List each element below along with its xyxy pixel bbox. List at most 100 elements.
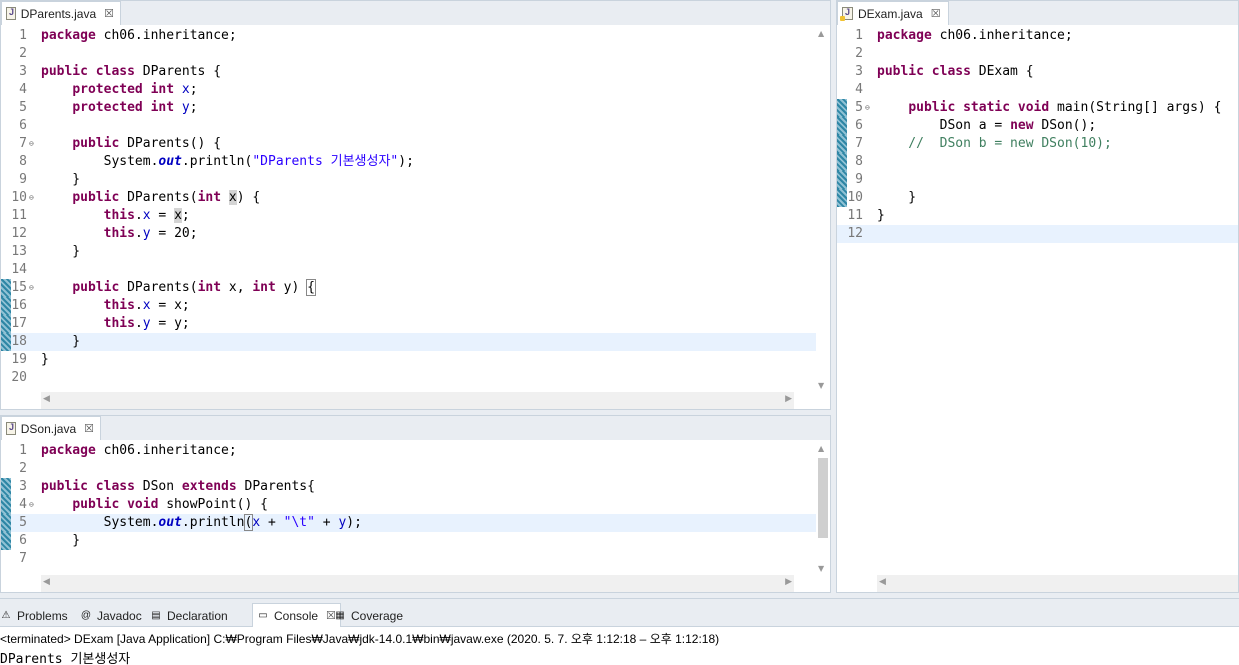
tab-coverage[interactable]: ▦ Coverage [334,605,403,627]
horizontal-scrollbar[interactable]: ◀ ▶ [41,392,794,409]
code-line[interactable]: 18 } [1,333,816,351]
fold-toggle-icon[interactable]: ⊖ [29,135,34,153]
code-line[interactable]: 6 DSon a = new DSon(); [837,117,1238,135]
code-line[interactable]: 7 // DSon b = new DSon(10); [837,135,1238,153]
scroll-left-icon[interactable]: ◀ [43,394,50,404]
code-line[interactable]: 4 [837,81,1238,99]
scroll-right-icon[interactable]: ▶ [785,394,792,404]
tab-console[interactable]: ▭ Console ☒ [252,603,341,627]
code-line[interactable]: 8 System.out.println("DParents 기본생성자"); [1,153,816,171]
code-line[interactable]: 3 public class DParents { [1,63,816,81]
vertical-scrollbar[interactable]: ▲ ▼ [816,440,830,575]
code-token: ; [189,82,198,97]
code-line[interactable]: 9 } [1,171,816,189]
code-token: ) { [236,190,261,205]
code-line[interactable]: 10 ⊖ public DParents(int x) { [1,189,816,207]
code-token: . [134,208,143,223]
line-number: 13 [11,244,27,259]
code-line[interactable]: 11 this.x = x; [1,207,816,225]
tab-dparents-java[interactable]: DParents.java ☒ [1,1,121,25]
code-line[interactable]: 9 [837,171,1238,189]
code-line[interactable]: 15 ⊖ public DParents(int x, int y) { [1,279,816,297]
code-token: DSon [877,118,979,133]
dparents-code-area[interactable]: 1 package ch06.inheritance; 2 3 public class… [1,25,830,392]
code-line[interactable]: 19} [1,351,816,369]
code-token: ch06.inheritance; [931,28,1073,43]
code-text: package ch06.inheritance; [41,27,237,45]
code-text: } [41,243,80,261]
code-line[interactable]: 4 protected int x; [1,81,816,99]
code-line[interactable]: 13 } [1,243,816,261]
horizontal-scrollbar[interactable]: ◀ ▶ [41,575,794,592]
scroll-up-icon[interactable]: ▲ [818,29,824,38]
scroll-thumb[interactable] [818,458,828,538]
code-line[interactable]: 4 ⊖ public void showPoint() { [1,496,816,514]
code-line[interactable]: 10 } [837,189,1238,207]
vertical-scrollbar[interactable]: ▲ ▼ [816,25,830,392]
scroll-left-icon[interactable]: ◀ [879,577,886,587]
code-line[interactable]: 20 [1,369,816,387]
horizontal-scrollbar[interactable]: ◀ [877,575,1238,592]
dexam-code-area[interactable]: 1 package ch06.inheritance; 2 3 public class… [837,25,1238,575]
fold-toggle-icon[interactable]: ⊖ [29,279,34,297]
code-line[interactable]: 3 public class DSon extends DParents{ [1,478,816,496]
code-line[interactable]: 12 [837,225,1238,243]
scroll-down-icon[interactable]: ▼ [818,564,824,573]
close-tab-icon[interactable]: ☒ [104,7,114,20]
code-line[interactable]: 2 [1,45,816,63]
code-line[interactable]: 5 protected int y; [1,99,816,117]
code-text: System.out.println(x + "\t" + y); [41,514,362,532]
code-line[interactable]: 2 [1,460,816,478]
code-line[interactable]: 3 public class DExam { [837,63,1238,81]
tab-problems[interactable]: ⚠ Problems [0,605,68,627]
bottom-tabstrip: ⚠ Problems @ Javadoc ▤ Declaration ▭ Console ☒ ▦ C… [0,599,1239,627]
tab-dson-java[interactable]: DSon.java ☒ [1,416,101,440]
scroll-left-icon[interactable]: ◀ [43,577,50,587]
fold-toggle-icon[interactable]: ⊖ [29,496,34,514]
code-line[interactable]: 1 package ch06.inheritance; [1,27,816,45]
code-line[interactable]: 5 ⊖ public static void main(String[] args… [837,99,1238,117]
code-token: DParents( [119,190,198,205]
tab-javadoc[interactable]: @ Javadoc [80,605,142,627]
tab-declaration[interactable]: ▤ Declaration [150,605,228,627]
code-line[interactable]: 7 ⊖ public DParents() { [1,135,816,153]
code-token: this [103,226,135,241]
tab-dexam-java[interactable]: DExam.java ☒ [837,1,949,25]
scroll-right-icon[interactable]: ▶ [785,577,792,587]
code-token: = [986,118,1011,133]
line-number: 8 [855,154,863,169]
code-line[interactable]: 12 this.y = 20; [1,225,816,243]
code-line[interactable]: 17 this.y = y; [1,315,816,333]
code-token: .println( [181,154,253,169]
code-line[interactable]: 8 [837,153,1238,171]
fold-toggle-icon[interactable]: ⊖ [29,189,34,207]
code-token: out [158,515,182,530]
code-text: protected int y; [41,99,197,117]
line-number: 12 [11,226,27,241]
code-line[interactable]: 2 [837,45,1238,63]
code-line[interactable]: 16 this.x = x; [1,297,816,315]
code-line[interactable]: 14 [1,261,816,279]
code-line[interactable]: 7 [1,550,816,568]
code-line[interactable]: 11} [837,207,1238,225]
code-token: } [41,172,81,187]
code-text: this.y = y; [41,315,190,333]
code-line[interactable]: 6 [1,117,816,135]
code-token: .println [181,515,245,530]
close-tab-icon[interactable]: ☒ [931,7,941,20]
code-line[interactable]: 6 } [1,532,816,550]
close-tab-icon[interactable]: ☒ [84,422,94,435]
code-text: System.out.println("DParents 기본생성자"); [41,153,414,171]
scroll-up-icon[interactable]: ▲ [818,444,824,453]
line-number: 10 [847,190,863,205]
code-line[interactable]: 5 System.out.println(x + "\t" + y); [1,514,816,532]
dson-code-area[interactable]: 1 package ch06.inheritance; 2 3 public class… [1,440,830,575]
scroll-down-icon[interactable]: ▼ [818,381,824,390]
code-line[interactable]: 1 package ch06.inheritance; [837,27,1238,45]
code-line[interactable]: 1 package ch06.inheritance; [1,442,816,460]
fold-toggle-icon[interactable]: ⊖ [865,99,870,117]
code-token: x [174,208,182,223]
tab-label: Declaration [167,609,228,623]
line-number: 7 [19,551,27,566]
